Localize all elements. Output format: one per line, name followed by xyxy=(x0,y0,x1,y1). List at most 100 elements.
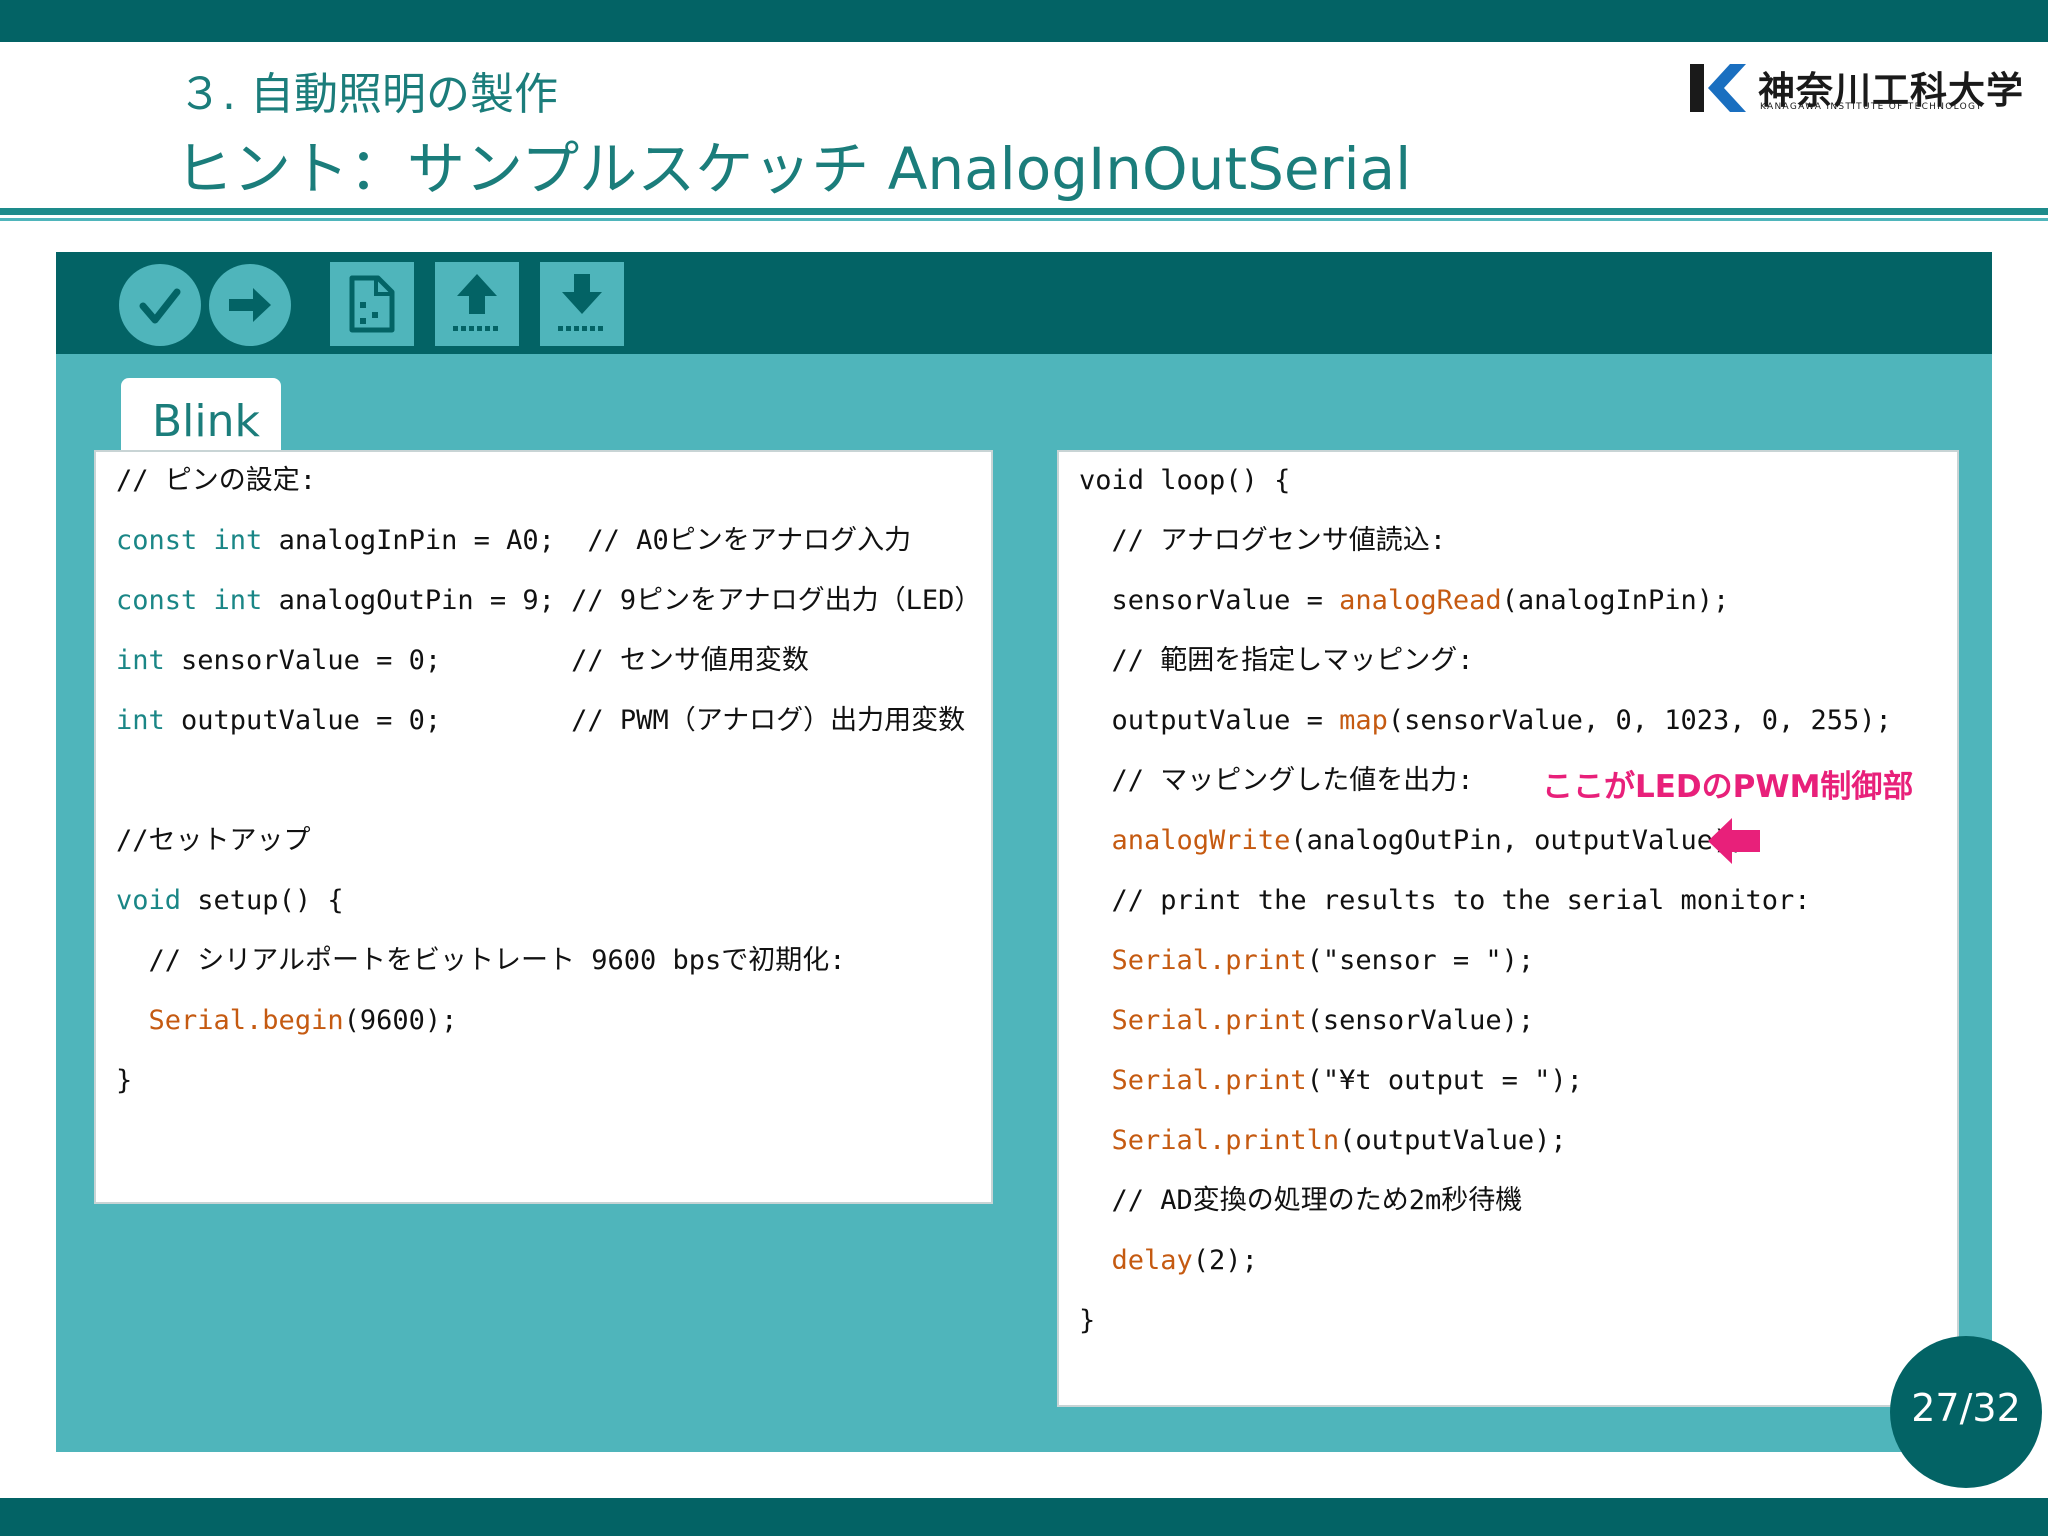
code-line: const int analogInPin = A0; // A0ピンをアナログ… xyxy=(116,524,911,558)
top-band xyxy=(0,0,2048,42)
slide-subtitle: ３. 自動照明の製作 xyxy=(178,69,558,120)
code-text: // 範囲を指定しマッピング: xyxy=(1079,645,1474,676)
code-line: Serial.begin(9600); xyxy=(116,1004,458,1038)
tab-label: Blink xyxy=(152,396,261,447)
code-text: analogInPin = A0; // A0ピンをアナログ入力 xyxy=(262,525,912,556)
code-text: // print the results to the serial monit… xyxy=(1079,885,1811,916)
code-text: //セットアップ xyxy=(116,825,311,856)
code-keyword: int xyxy=(116,645,165,676)
code-keyword: const int xyxy=(116,585,263,616)
code-text: sensorValue = xyxy=(1079,585,1340,616)
code-line: const int analogOutPin = 9; // 9ピンをアナログ出… xyxy=(116,584,981,618)
code-text: (2); xyxy=(1192,1245,1258,1276)
code-line: int outputValue = 0; // PWM（アナログ）出力用変数 xyxy=(116,704,965,738)
code-text: (analogInPin); xyxy=(1501,585,1730,616)
code-line: // ピンの設定: xyxy=(116,464,316,498)
code-line: // マッピングした値を出力: xyxy=(1079,764,1474,798)
save-sketch-button[interactable] xyxy=(540,262,624,346)
code-text: ("¥t output = "); xyxy=(1306,1065,1583,1096)
code-function: map xyxy=(1339,705,1388,736)
code-text: // ピンの設定: xyxy=(116,465,317,496)
code-text: ("sensor = "); xyxy=(1306,945,1535,976)
header-rule-thin xyxy=(0,218,2048,221)
code-panel-right[interactable]: void loop() { // アナログセンサ値読込: sensorValue… xyxy=(1059,452,1957,1405)
code-function: Serial.begin xyxy=(148,1005,344,1036)
code-line: void loop() { xyxy=(1079,464,1290,498)
tab-blink[interactable]: Blink xyxy=(121,378,281,454)
code-line: Serial.print("sensor = "); xyxy=(1079,944,1535,978)
code-line: outputValue = map(sensorValue, 0, 1023, … xyxy=(1079,704,1892,738)
code-line: // AD変換の処理のため2m秒待機 xyxy=(1079,1184,1523,1218)
open-sketch-icon xyxy=(453,274,498,331)
page-number: 27/32 xyxy=(1911,1386,2021,1430)
code-line: // シリアルポートをビットレート 9600 bpsで初期化: xyxy=(116,944,846,978)
bottom-band xyxy=(0,1498,2048,1536)
page-number-badge: 27/32 xyxy=(1890,1336,2042,1488)
code-line: } xyxy=(1079,1304,1095,1338)
open-sketch-button[interactable] xyxy=(435,262,519,346)
code-function: Serial.print xyxy=(1111,945,1307,976)
code-line: Serial.println(outputValue); xyxy=(1079,1124,1567,1158)
code-text: outputValue = 0; // PWM（アナログ）出力用変数 xyxy=(164,705,966,736)
code-line: // アナログセンサ値読込: xyxy=(1079,524,1447,558)
code-line: Serial.print(sensorValue); xyxy=(1079,1004,1535,1038)
logo-english: KANAGAWA INSTITUTE OF TECHNOLOGY xyxy=(1760,102,1983,112)
kait-logo-icon xyxy=(1690,64,1746,112)
code-text: setup() { xyxy=(181,885,344,916)
code-line: //セットアップ xyxy=(116,824,311,858)
code-line: sensorValue = analogRead(analogInPin); xyxy=(1079,584,1730,618)
code-keyword: void xyxy=(116,885,182,916)
code-line: // print the results to the serial monit… xyxy=(1079,884,1811,918)
verify-button[interactable] xyxy=(119,264,201,346)
code-keyword: const int xyxy=(116,525,263,556)
slide-title: ヒント：サンプルスケッチ AnalogInOutSerial xyxy=(175,135,1412,203)
verify-icon xyxy=(139,288,181,324)
code-text: } xyxy=(116,1065,133,1096)
code-line: int sensorValue = 0; // センサ値用変数 xyxy=(116,644,809,678)
code-text: analogOutPin = 9; // 9ピンをアナログ出力（LED） xyxy=(262,585,982,616)
code-line: } xyxy=(116,1064,132,1098)
code-panel-left[interactable]: // ピンの設定: const int analogInPin = A0; // … xyxy=(96,452,991,1202)
arduino-ide-window: Blink // ピンの設定: const int analogInPin = A… xyxy=(56,252,1992,1452)
code-text: // アナログセンサ値読込: xyxy=(1079,525,1447,556)
code-keyword: int xyxy=(116,705,165,736)
code-text: } xyxy=(1079,1305,1096,1336)
code-text: (sensorValue); xyxy=(1306,1005,1535,1036)
university-logo: 神奈川工科大学 KANAGAWA INSTITUTE OF TECHNOLOGY xyxy=(1690,60,2023,116)
code-line: // 範囲を指定しマッピング: xyxy=(1079,644,1474,678)
new-sketch-button[interactable] xyxy=(330,262,414,346)
code-text: (analogOutPin, outputValue); xyxy=(1290,825,1746,856)
code-text: (outputValue); xyxy=(1339,1125,1567,1156)
code-line: void setup() { xyxy=(116,884,344,918)
code-line: analogWrite(analogOutPin, outputValue); xyxy=(1079,824,1746,858)
new-sketch-icon xyxy=(349,275,395,333)
code-function: Serial.print xyxy=(1111,1065,1307,1096)
callout-text: ここがLEDのPWM制御部 xyxy=(1542,769,1914,805)
code-text: // マッピングした値を出力: xyxy=(1079,765,1474,796)
code-text: outputValue = xyxy=(1079,705,1340,736)
left-arrow-icon xyxy=(1708,818,1760,864)
code-function: Serial.println xyxy=(1111,1125,1340,1156)
code-text: void loop() { xyxy=(1079,465,1291,496)
code-line: delay(2); xyxy=(1079,1244,1258,1278)
code-function: delay xyxy=(1111,1245,1193,1276)
code-text: sensorValue = 0; // センサ値用変数 xyxy=(164,645,809,676)
code-function: analogRead xyxy=(1339,585,1502,616)
code-text: // シリアルポートをビットレート 9600 bpsで初期化: xyxy=(116,945,846,976)
ide-toolbar xyxy=(56,252,1992,354)
code-text: // AD変換の処理のため2m秒待機 xyxy=(1079,1185,1523,1216)
upload-button[interactable] xyxy=(209,264,291,346)
code-text: (sensorValue, 0, 1023, 0, 255); xyxy=(1387,705,1892,736)
upload-arrow-icon xyxy=(229,288,271,322)
header-rule xyxy=(0,208,2048,215)
save-sketch-icon xyxy=(558,274,603,331)
code-function: Serial.print xyxy=(1111,1005,1307,1036)
code-line: Serial.print("¥t output = "); xyxy=(1079,1064,1583,1098)
